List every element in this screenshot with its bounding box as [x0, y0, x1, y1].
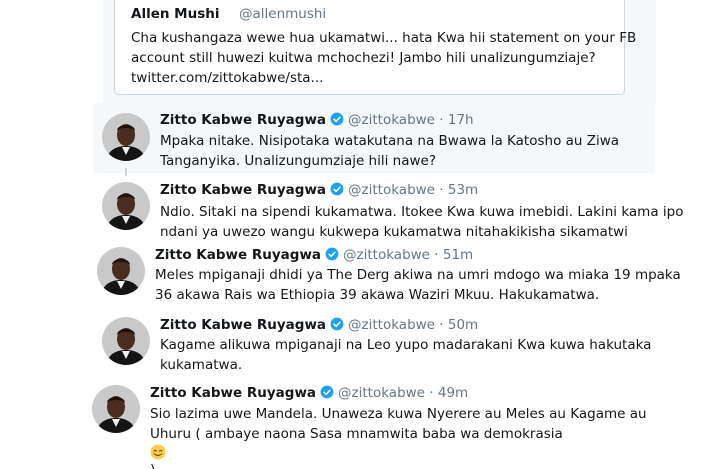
- tweet-2-author-name[interactable]: Zitto Kabwe Ruyagwa: [160, 182, 326, 198]
- tweet-text-line: Ndio. Sitaki na sipendi kukamatwa. Itoke…: [160, 204, 684, 220]
- tweet-1-text: Mpaka nitake. Nisipotaka watakutana na B…: [160, 131, 619, 171]
- tweet-4-author-handle[interactable]: @zittokabwe: [348, 317, 435, 333]
- tweet-4-text: Kagame alikuwa mpiganaji na Leo yupo mad…: [160, 335, 651, 375]
- tweet-text-line: Meles mpiganaji dhidi ya The Derg akiwa …: [155, 267, 681, 283]
- tweet-1[interactable]: Zitto Kabwe Ruyagwa @zittokabwe · 17h Mpa…: [93, 103, 655, 173]
- tweet-4-timestamp[interactable]: · 50m: [439, 317, 478, 333]
- verified-badge-icon: [330, 112, 344, 126]
- tweet-1-timestamp[interactable]: · 17h: [439, 112, 473, 128]
- quoted-tweet-link[interactable]: twitter.com/zittokabwe/sta...: [131, 68, 619, 88]
- tweet-5-text: Sio lazima uwe Mandela. Unaweza kuwa Nye…: [150, 404, 647, 469]
- tweet-1-author-name[interactable]: Zitto Kabwe Ruyagwa: [160, 112, 326, 128]
- tweet-text-line: kukamatwa.: [160, 357, 243, 373]
- tweet-text-fragment: ).: [150, 462, 160, 469]
- tweet-2-text: Ndio. Sitaki na sipendi kukamatwa. Itoke…: [160, 202, 683, 242]
- tweet-1-avatar[interactable]: [102, 113, 150, 161]
- quoted-tweet-card[interactable]: Allen Mushi @allenmushi Cha kushangaza w…: [114, 0, 637, 95]
- tweet-4-header: Zitto Kabwe Ruyagwa @zittokabwe · 50m: [160, 316, 478, 334]
- tweet-2-author-handle[interactable]: @zittokabwe: [348, 182, 435, 198]
- tweet-3-timestamp[interactable]: · 51m: [434, 247, 473, 263]
- tweet-5-timestamp[interactable]: · 49m: [429, 385, 468, 401]
- tweet-3-avatar[interactable]: [97, 247, 145, 295]
- quoted-tweet-text-line: Cha kushangaza wewe hua ukamatwi... hata…: [131, 30, 637, 46]
- tweet-2-avatar[interactable]: [102, 182, 150, 230]
- tweet-3-author-handle[interactable]: @zittokabwe: [343, 247, 430, 263]
- tweet-5-avatar[interactable]: [92, 385, 140, 433]
- tweet-2-header: Zitto Kabwe Ruyagwa @zittokabwe · 53m: [160, 181, 478, 199]
- smiling-face-emoji: [150, 444, 166, 460]
- tweet-text-line: Mpaka nitake. Nisipotaka watakutana na B…: [160, 133, 620, 149]
- tweet-2-timestamp[interactable]: · 53m: [439, 182, 478, 198]
- tweet-5-author-name[interactable]: Zitto Kabwe Ruyagwa: [150, 385, 316, 401]
- tweet-5-header: Zitto Kabwe Ruyagwa @zittokabwe · 49m: [150, 384, 468, 402]
- tweet-text-fragment: Uhuru ( ambaye naona Sasa mnamwita baba …: [150, 426, 563, 442]
- tweet-3[interactable]: Zitto Kabwe Ruyagwa @zittokabwe · 51m Mel…: [88, 243, 681, 311]
- verified-badge-icon: [330, 182, 344, 196]
- tweet-4-avatar[interactable]: [102, 317, 150, 365]
- tweet-5-author-handle[interactable]: @zittokabwe: [338, 385, 425, 401]
- tweet-text-line: Tanganyika. Unalizungumziaje hili nawe?: [160, 153, 436, 169]
- tweet-text-line: Kagame alikuwa mpiganaji na Leo yupo mad…: [160, 337, 652, 353]
- quoted-tweet-author-name[interactable]: Allen Mushi: [131, 6, 220, 22]
- quoted-tweet-author-handle[interactable]: @allenmushi: [239, 6, 326, 22]
- tweet-2[interactable]: Zitto Kabwe Ruyagwa @zittokabwe · 53m Ndi…: [93, 173, 683, 243]
- quoted-tweet-text: Cha kushangaza wewe hua ukamatwi... hata…: [131, 28, 637, 88]
- tweet-1-author-handle[interactable]: @zittokabwe: [348, 112, 435, 128]
- verified-badge-icon: [320, 385, 334, 399]
- tweet-3-text: Meles mpiganaji dhidi ya The Derg akiwa …: [155, 265, 681, 305]
- tweet-4[interactable]: Zitto Kabwe Ruyagwa @zittokabwe · 50m Kag…: [93, 311, 655, 377]
- tweet-4-author-name[interactable]: Zitto Kabwe Ruyagwa: [160, 317, 326, 333]
- verified-badge-icon: [330, 317, 344, 331]
- tweet-3-author-name[interactable]: Zitto Kabwe Ruyagwa: [155, 247, 321, 263]
- tweet-1-header: Zitto Kabwe Ruyagwa @zittokabwe · 17h: [160, 111, 474, 129]
- tweet-text-line: Sio lazima uwe Mandela. Unaweza kuwa Nye…: [150, 406, 647, 422]
- verified-badge-icon: [325, 247, 339, 261]
- tweet-text-line: ndani ya uwezo wangu kukwepa kukamatwa n…: [160, 224, 628, 240]
- quoted-tweet-text-line: account still huwezi kuitwa mchochezi! J…: [131, 50, 596, 66]
- tweet-text-line: Uhuru ( ambaye naona Sasa mnamwita baba …: [150, 424, 647, 469]
- tweet-3-header: Zitto Kabwe Ruyagwa @zittokabwe · 51m: [155, 246, 473, 264]
- tweet-5[interactable]: Zitto Kabwe Ruyagwa @zittokabwe · 49m Sio…: [83, 377, 656, 469]
- tweet-text-line: 36 akawa Rais wa Ethiopia 39 akawa Wazir…: [155, 287, 600, 303]
